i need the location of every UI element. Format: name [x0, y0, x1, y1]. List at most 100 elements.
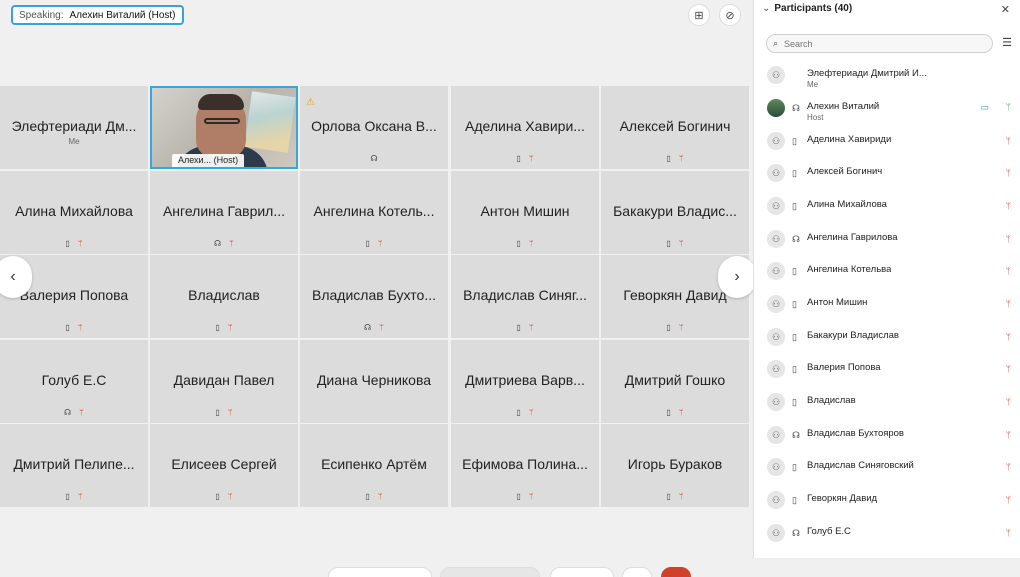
participant-row[interactable]: ⚇ ▯ Аделина Хавириди ᛘ	[754, 128, 1020, 158]
search-box[interactable]: ⌕	[766, 34, 993, 53]
participant-tile[interactable]: Алехи... (Host)	[150, 86, 298, 169]
participant-row[interactable]: ☊ Алехин Виталий Host ▭ ᛘ	[754, 95, 1020, 125]
panel-title[interactable]: ⌄ Participants (40)	[762, 3, 852, 14]
phone-icon: ▯	[65, 323, 70, 332]
muted-mic-icon[interactable]: ᛘ	[1006, 364, 1011, 374]
person-icon: ⚇	[771, 135, 781, 146]
participant-row[interactable]: ⚇ ▯ Ангелина Котельва ᛘ	[754, 258, 1020, 288]
participant-row[interactable]: ⚇ Элефтериади Дмитрий И... Me	[754, 62, 1020, 92]
participant-tile[interactable]: Аделина Хавири... ▯ ᛘ	[451, 86, 599, 169]
participant-row[interactable]: ⚇ ☊ Ангелина Гаврилова ᛘ	[754, 226, 1020, 256]
muted-mic-icon[interactable]: ᛘ	[1006, 528, 1011, 538]
participant-tile[interactable]: Ангелина Гаврил... ☊ ᛘ	[150, 171, 298, 254]
participant-tile[interactable]: Игорь Бураков ▯ ᛘ	[601, 424, 749, 507]
phone-icon: ▯	[215, 323, 220, 332]
phone-icon: ▯	[666, 492, 671, 501]
phone-icon: ▯	[792, 168, 797, 178]
participant-tile[interactable]: Алексей Богинич ▯ ᛘ	[601, 86, 749, 169]
participant-tile[interactable]: Элефтериади Дм... Me	[0, 86, 148, 169]
participant-tile[interactable]: Голуб Е.С ☊ ᛘ	[0, 340, 148, 423]
leave-button[interactable]	[661, 567, 691, 577]
grid-view-button[interactable]: ⊞	[688, 4, 710, 26]
participant-row[interactable]: ⚇ ▯ Бакакури Владислав ᛘ	[754, 324, 1020, 354]
phone-icon: ▯	[792, 266, 797, 276]
next-page-button[interactable]: ›	[718, 256, 756, 298]
participant-tile[interactable]: Диана Черникова	[300, 340, 448, 423]
participant-tile[interactable]: Елисеев Сергей ▯ ᛘ	[150, 424, 298, 507]
participant-tile[interactable]: Давидан Павел ▯ ᛘ	[150, 340, 298, 423]
speaking-indicator: Speaking: Алехин Виталий (Host)	[11, 5, 184, 25]
participant-row[interactable]: ⚇ ▯ Владислав ᛘ	[754, 389, 1020, 419]
participant-tile[interactable]: Дмитриева Варв... ▯ ᛘ	[451, 340, 599, 423]
person-icon: ⚇	[771, 527, 781, 538]
muted-mic-icon[interactable]: ᛘ	[1006, 136, 1011, 146]
toolbar-button[interactable]	[550, 567, 614, 577]
tile-status: ▯ ᛘ	[451, 154, 599, 163]
chevron-down-icon: ⌄	[762, 3, 771, 14]
tile-status: ☊ ᛘ	[150, 239, 298, 248]
tile-name: Антон Мишин	[480, 203, 570, 219]
participant-row[interactable]: ⚇ ☊ Владислав Бухтояров ᛘ	[754, 422, 1020, 452]
layout-button[interactable]: ⊘	[719, 4, 741, 26]
participant-tile[interactable]: Дмитрий Пелипе... ▯ ᛘ	[0, 424, 148, 507]
muted-mic-icon[interactable]: ᛘ	[1006, 201, 1011, 211]
participant-tile[interactable]: Владислав Синяг... ▯ ᛘ	[451, 255, 599, 338]
participant-row[interactable]: ⚇ ▯ Валерия Попова ᛘ	[754, 356, 1020, 386]
muted-mic-icon[interactable]: ᛘ	[1006, 266, 1011, 276]
muted-mic-icon[interactable]: ᛘ	[1006, 234, 1011, 244]
layout-icon: ⊘	[725, 9, 735, 22]
tile-name: Алина Михайлова	[15, 203, 133, 219]
tile-name: Давидан Павел	[173, 372, 275, 388]
video-icon[interactable]: ▭	[980, 102, 989, 113]
muted-mic-icon[interactable]: ᛘ	[1006, 495, 1011, 505]
muted-mic-icon[interactable]: ᛘ	[1006, 299, 1011, 309]
participant-name: Владислав	[807, 395, 856, 406]
participant-row[interactable]: ⚇ ☊ Голуб Е.С ᛘ	[754, 520, 1020, 550]
muted-mic-icon[interactable]: ᛘ	[1006, 332, 1011, 342]
participant-tile[interactable]: Владислав Бухто... ☊ ᛘ	[300, 255, 448, 338]
muted-mic-icon[interactable]: ᛘ	[1006, 397, 1011, 407]
close-button[interactable]: ✕	[1001, 3, 1010, 16]
tile-status: ▯ ᛘ	[150, 323, 298, 332]
toolbar-button[interactable]	[440, 567, 540, 577]
muted-mic-icon: ᛘ	[678, 239, 684, 248]
mic-icon[interactable]: ᛘ	[1006, 102, 1011, 112]
tile-status: ▯ ᛘ	[451, 239, 599, 248]
participant-row[interactable]: ⚇ ▯ Геворкян Давид ᛘ	[754, 487, 1020, 517]
tile-name: Есипенко Артём	[321, 456, 427, 472]
participant-tile[interactable]: Бакакури Владис... ▯ ᛘ	[601, 171, 749, 254]
participant-tile[interactable]: Ангелина Котель... ▯ ᛘ	[300, 171, 448, 254]
avatar: ⚇	[767, 393, 785, 411]
participant-tile[interactable]: Есипенко Артём ▯ ᛘ	[300, 424, 448, 507]
tile-name: Владислав Бухто...	[312, 287, 436, 303]
tile-status: ▯ ᛘ	[300, 239, 448, 248]
participant-tile[interactable]: Орлова Оксана В... ☊	[300, 86, 448, 169]
participant-tile[interactable]: Антон Мишин ▯ ᛘ	[451, 171, 599, 254]
participant-name: Ангелина Котельва	[807, 264, 892, 275]
participant-row[interactable]: ⚇ ▯ Антон Мишин ᛘ	[754, 291, 1020, 321]
search-input[interactable]	[784, 38, 965, 49]
participant-row[interactable]: ⚇ ▯ Алексей Богинич ᛘ	[754, 160, 1020, 190]
person-icon: ⚇	[771, 461, 781, 472]
toolbar-button[interactable]	[622, 567, 652, 577]
muted-mic-icon: ᛘ	[678, 154, 684, 163]
close-icon: ✕	[1000, 4, 1010, 16]
muted-mic-icon: ᛘ	[229, 239, 234, 248]
sort-button[interactable]: ☰	[1002, 36, 1012, 49]
participant-tile[interactable]: Ефимова Полина... ▯ ᛘ	[451, 424, 599, 507]
phone-icon: ▯	[516, 492, 521, 501]
participant-tile[interactable]: Владислав ▯ ᛘ	[150, 255, 298, 338]
participant-tile[interactable]: Дмитрий Гошко ▯ ᛘ	[601, 340, 749, 423]
muted-mic-icon[interactable]: ᛘ	[1006, 430, 1011, 440]
muted-mic-icon[interactable]: ᛘ	[1006, 168, 1011, 178]
participant-row[interactable]: ⚇ ▯ Алина Михайлова ᛘ	[754, 193, 1020, 223]
muted-mic-icon: ᛘ	[227, 492, 233, 501]
tile-name: Ангелина Гаврил...	[162, 203, 286, 219]
participant-row[interactable]: ⚇ ▯ Владислав Синяговский ᛘ	[754, 454, 1020, 484]
participant-tile[interactable]: Алина Михайлова ▯ ᛘ	[0, 171, 148, 254]
tile-name: Игорь Бураков	[627, 456, 723, 472]
toolbar-button[interactable]	[328, 567, 432, 577]
search-icon: ⌕	[773, 38, 779, 48]
tile-subtitle: Me	[68, 137, 80, 146]
muted-mic-icon[interactable]: ᛘ	[1006, 462, 1011, 472]
